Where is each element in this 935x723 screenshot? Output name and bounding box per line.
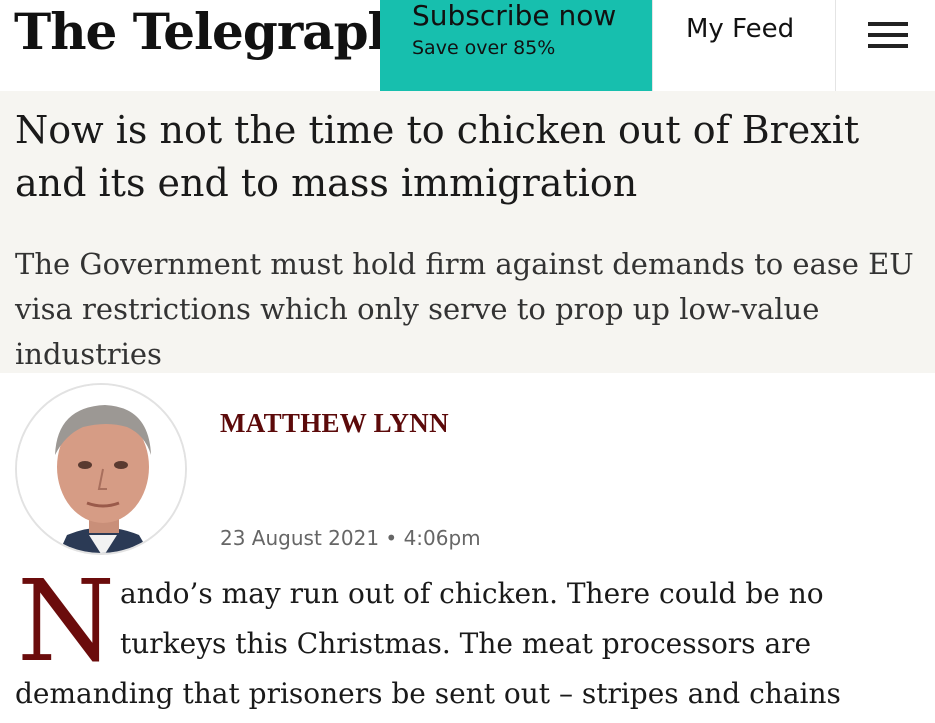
menu-button[interactable] xyxy=(835,0,935,91)
subscribe-button[interactable]: Subscribe now Save over 85% xyxy=(380,0,652,91)
hamburger-menu-icon xyxy=(868,33,908,37)
subscribe-subtitle: Save over 85% xyxy=(412,37,556,59)
telegraph-logo[interactable]: The Telegraph xyxy=(14,2,404,61)
body-line: demanding that prisoners be sent out – s… xyxy=(15,677,841,710)
my-feed-link[interactable]: My Feed xyxy=(652,0,835,91)
article-standfirst: The Government must hold firm against de… xyxy=(15,247,914,371)
body-line: turkeys this Christmas. The meat process… xyxy=(120,627,812,660)
hamburger-menu-icon xyxy=(868,44,908,48)
drop-cap: N xyxy=(17,557,115,687)
body-line: ando’s may run out of chicken. There cou… xyxy=(120,577,824,610)
site-header: The Telegraph Subscribe now Save over 85… xyxy=(0,0,935,91)
author-name[interactable]: MATTHEW LYNN xyxy=(220,408,449,439)
article-headline: Now is not the time to chicken out of Br… xyxy=(15,108,860,205)
author-portrait xyxy=(17,385,185,553)
subscribe-title: Subscribe now xyxy=(412,0,617,32)
author-avatar[interactable] xyxy=(15,383,187,555)
hamburger-menu-icon xyxy=(868,22,908,26)
publish-date: 23 August 2021 • 4:06pm xyxy=(220,526,481,550)
